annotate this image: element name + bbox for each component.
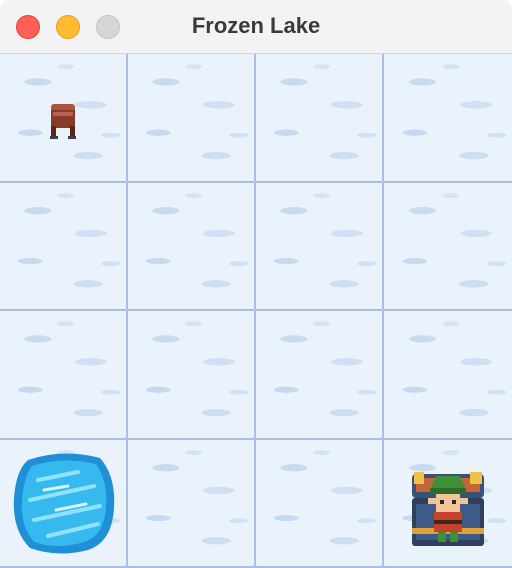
tile-frozen	[256, 182, 384, 311]
tile-start	[0, 54, 128, 183]
tile-frozen	[128, 311, 256, 440]
tile-frozen	[256, 311, 384, 440]
title-bar: Frozen Lake	[0, 0, 512, 54]
tile-frozen	[384, 54, 512, 183]
tile-frozen	[0, 311, 128, 440]
tile-frozen	[384, 182, 512, 311]
tile-hole	[0, 439, 128, 568]
tile-frozen	[384, 311, 512, 440]
tile-frozen	[128, 54, 256, 183]
stool-icon	[50, 104, 76, 139]
game-board	[0, 54, 512, 568]
tile-goal	[384, 439, 512, 568]
tile-frozen	[256, 54, 384, 183]
tile-frozen	[128, 439, 256, 568]
ice-hole-icon	[13, 452, 115, 554]
app-window: Frozen Lake	[0, 0, 512, 568]
tile-frozen	[256, 439, 384, 568]
tile-frozen	[0, 182, 128, 311]
tile-frozen	[128, 182, 256, 311]
elf-icon	[428, 475, 468, 542]
window-title: Frozen Lake	[191, 13, 321, 38]
